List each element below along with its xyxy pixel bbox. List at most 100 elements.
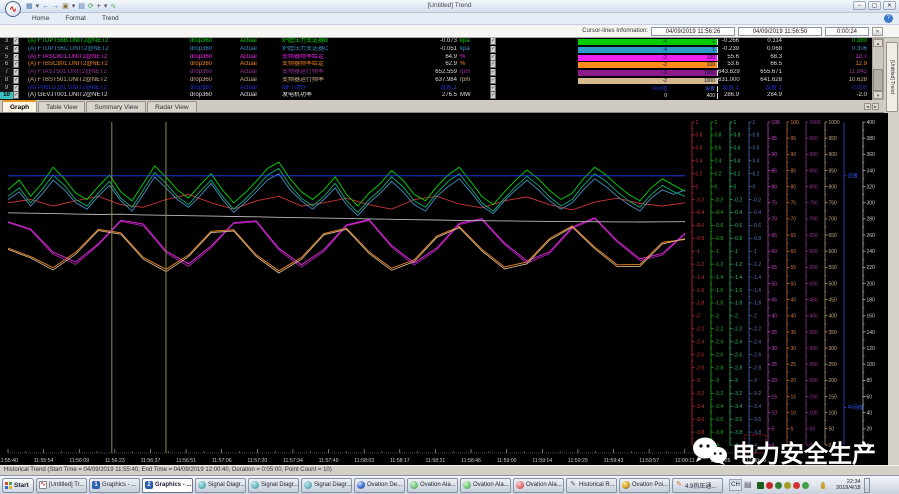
cursor2-value: 655.671: [742, 69, 785, 77]
scrollbar-thumb[interactable]: [873, 69, 883, 91]
scale-checkbox[interactable]: ✓: [490, 38, 496, 45]
taskbar-button-signal-diagr-[interactable]: Signal Diagr...: [195, 478, 246, 493]
close-button[interactable]: ✕: [883, 1, 896, 10]
signal-value: 637.984: [390, 77, 460, 85]
help-icon[interactable]: ?: [884, 14, 893, 23]
docked-trend-tab[interactable]: [Untitled] Trend: [886, 42, 898, 112]
axis-tick-label: 360: [867, 152, 876, 158]
taskbar-button-historical-r-[interactable]: ✎Historical R...: [566, 478, 617, 493]
axis-tick-label: -3.6: [753, 417, 762, 423]
tray-green-square-icon[interactable]: [757, 482, 764, 489]
tray-olive-dot-icon[interactable]: [784, 482, 791, 489]
scale-checkbox[interactable]: ✓: [490, 61, 496, 68]
show-desktop-button[interactable]: [864, 478, 870, 493]
scale-checkbox[interactable]: ✓: [490, 77, 496, 84]
axis-tick-label: 500: [829, 281, 838, 287]
tab-summary-view[interactable]: Summary View: [86, 101, 146, 112]
taskbar-button-ovation-poi-[interactable]: Ovation Poi...: [619, 478, 670, 493]
table-row[interactable]: 6✓(A) FTBSC801.UNIT2@NET2drop360Actual变频…: [0, 61, 872, 69]
table-row[interactable]: 9✓(A) P08LG101.UNIT2@NET2drop360ActualMF…: [0, 85, 872, 93]
row-checkbox[interactable]: ✓: [13, 69, 19, 76]
scale-checkbox[interactable]: ✓: [490, 69, 496, 76]
watermark-text: 电力安全生产: [732, 434, 876, 469]
signal-value: -0.073: [390, 38, 460, 46]
tab-graph[interactable]: Graph: [2, 100, 37, 112]
row-checkbox[interactable]: ✓: [13, 77, 19, 84]
scroll-down-icon[interactable]: ▼: [873, 91, 883, 99]
taskbar-button-4-9-[interactable]: ✎4.9热压通...: [672, 478, 723, 493]
tab-scroll-arrows[interactable]: ◄►: [864, 103, 879, 110]
table-row[interactable]: 3✓(A) FTOPT56B.UNIT2@NET2drop360Actual炉膛…: [0, 38, 872, 46]
tray-red-dot-icon[interactable]: [766, 482, 773, 489]
tray-green-dot-icon[interactable]: [775, 482, 782, 489]
axis-tick-label: -3: [734, 378, 739, 384]
taskbar-clock[interactable]: 22:34 2019/4/18: [831, 479, 861, 491]
graphics-1-icon: 1: [92, 481, 100, 489]
tab-scroll-left-icon[interactable]: ◄: [864, 103, 871, 110]
ribbon-tab-home[interactable]: Home: [32, 15, 49, 22]
tray-key-icon[interactable]: [821, 482, 825, 489]
axis-tick-label: -1: [734, 249, 739, 255]
axis-tick-label: 0.4: [715, 159, 722, 165]
cursor-delta-field[interactable]: 0:00:24: [825, 27, 869, 36]
start-button[interactable]: Start: [2, 478, 34, 493]
row-checkbox[interactable]: ✓: [13, 54, 19, 61]
signal-name: (A) FTOPT56C.UNIT2@NET2: [28, 46, 190, 54]
row-checkbox[interactable]: ✓: [13, 38, 19, 45]
scale-checkbox[interactable]: ✓: [490, 92, 496, 99]
table-row[interactable]: 4✓(A) FTOPT56C.UNIT2@NET2drop360Actual炉膛…: [0, 46, 872, 54]
table-scrollbar[interactable]: ▲ ▼: [872, 38, 884, 100]
signal-drop: drop360: [190, 61, 240, 69]
tab-radar-view[interactable]: Radar View: [147, 101, 196, 112]
time-tick-label: 11:57:34: [283, 458, 303, 464]
axis-tick-label: -1.2: [753, 262, 762, 268]
axis-tick-label: 600: [829, 249, 838, 255]
cursor1-time-field[interactable]: 04/09/2019 11:56:26: [651, 27, 735, 36]
row-checkbox[interactable]: ✓: [13, 85, 19, 92]
axis-tick-label: 250: [810, 362, 819, 368]
tray-red-dot-icon[interactable]: [793, 482, 800, 489]
tab-scroll-right-icon[interactable]: ►: [872, 103, 879, 110]
maximize-button[interactable]: ▢: [868, 1, 881, 10]
row-checkbox[interactable]: ✓: [13, 46, 19, 53]
axis-tick-label: -3.6: [696, 417, 705, 423]
taskbar-button-ovation-ala-[interactable]: Ovation Ala...: [407, 478, 458, 493]
axis-tick-label: 0.6: [734, 146, 741, 152]
signal-unit: %: [460, 61, 490, 69]
table-row[interactable]: 10✓(A) GEVJT001.UNIT2@NET2drop360Actual发…: [0, 92, 872, 100]
ribbon-tab-format[interactable]: Format: [65, 15, 86, 22]
taskbar-button-ovation-ala-[interactable]: Ovation Ala...: [460, 478, 511, 493]
app-logo-icon[interactable]: ∿: [5, 1, 21, 17]
row-checkbox[interactable]: ✓: [13, 92, 19, 99]
axis-tick-label: 200: [810, 378, 819, 384]
language-indicator[interactable]: CH: [729, 479, 742, 491]
cursor-info-close-icon[interactable]: ✕: [872, 27, 883, 36]
cursor2-time-field[interactable]: 04/09/2019 11:56:50: [738, 27, 822, 36]
spacer: [508, 92, 578, 100]
minimize-button[interactable]: −: [853, 1, 866, 10]
axis-tick-label: 75: [772, 201, 778, 207]
taskbar-button--untitled-tr-[interactable]: ∿[Untitled] Tr...: [36, 478, 87, 493]
taskbar-button-ovation-ala-[interactable]: Ovation Ala...: [513, 478, 564, 493]
scale-checkbox[interactable]: ✓: [490, 85, 496, 92]
taskbar-button-graphics-[interactable]: 1Graphics - ...: [89, 478, 140, 493]
table-row[interactable]: 8✓(A) FTBST501.UNIT2@NET2drop360Actual变频…: [0, 77, 872, 85]
table-row[interactable]: 5✓(A) FTASC801.UNIT2@NET2drop360Actual变频…: [0, 54, 872, 62]
row-checkbox[interactable]: ✓: [13, 61, 19, 68]
tab-table-view[interactable]: Table View: [38, 101, 85, 112]
printer-icon[interactable]: ▤: [744, 480, 752, 490]
ribbon-tab-trend[interactable]: Trend: [102, 15, 119, 22]
axis-tick-label: 400: [810, 314, 819, 320]
cursor1-value: 643.829: [718, 69, 742, 77]
taskbar-button-ovation-de-[interactable]: Ovation De...: [354, 478, 405, 493]
scale-checkbox[interactable]: ✓: [490, 46, 496, 53]
table-row[interactable]: 7✓(A) FTAST501.UNIT2@NET2drop360Actual变频…: [0, 69, 872, 77]
taskbar-button-signal-diagr-[interactable]: Signal Diagr...: [301, 478, 352, 493]
tray-green-dot-icon[interactable]: [802, 482, 809, 489]
tray-flag-icon[interactable]: ⚑: [811, 482, 818, 489]
taskbar-button-graphics-[interactable]: 2Graphics - ...: [142, 478, 193, 493]
scroll-up-icon[interactable]: ▲: [873, 39, 883, 47]
taskbar-button-signal-diagr-[interactable]: Signal Diagr...: [248, 478, 299, 493]
scale-checkbox[interactable]: ✓: [490, 54, 496, 61]
signal-mode: Actual: [240, 69, 282, 77]
